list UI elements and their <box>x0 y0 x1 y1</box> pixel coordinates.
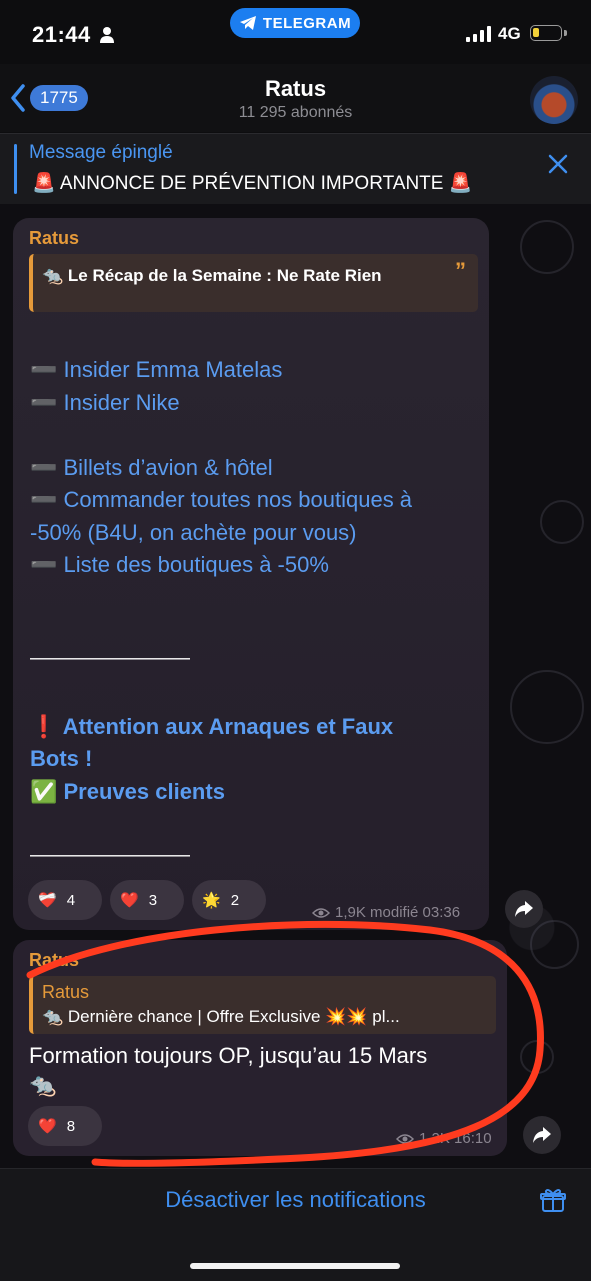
link-preuves-clients[interactable]: ✅ Preuves clients <box>30 779 225 805</box>
mute-notifications-button[interactable]: Désactiver les notifications <box>0 1187 591 1213</box>
message-meta: 1,9K modifié 03:36 <box>312 904 460 921</box>
quote-icon: ” <box>455 258 466 283</box>
home-indicator <box>190 1263 400 1269</box>
message-text-line: 🐀 <box>29 1072 57 1097</box>
telegram-pill-label: TELEGRAM <box>262 14 352 32</box>
link-arnaques-cont[interactable]: Bots ! <box>30 746 92 772</box>
network-type: 4G <box>498 24 521 43</box>
share-arrow-icon <box>533 1127 551 1143</box>
forward-button[interactable] <box>505 890 543 928</box>
clock: 21:44 <box>32 22 91 47</box>
eye-icon <box>312 907 330 918</box>
status-bar: 21:44 TELEGRAM 4G <box>0 0 591 64</box>
link-billets-avion[interactable]: ➖ Billets d’avion & hôtel <box>30 455 273 481</box>
separator-line: ———————— <box>30 647 190 669</box>
pinned-message-bar[interactable]: Message épinglé 🚨 ANNONCE DE PRÉVENTION … <box>0 133 591 204</box>
quote-text: 🐀 Dernière chance | Offre Exclusive 💥💥 p… <box>42 1007 400 1026</box>
reaction-count: 8 <box>66 1117 76 1135</box>
message-meta: 1,2K 16:10 <box>396 1130 492 1147</box>
pinned-label: Message épinglé <box>29 142 173 163</box>
separator-line: ———————— <box>30 844 190 866</box>
reaction-heart-hand[interactable]: ❤️‍🩹 4 <box>28 880 102 920</box>
message-sender: Ratus <box>29 950 80 970</box>
battery-level <box>533 28 539 37</box>
subscriber-count: 11 295 abonnés <box>238 104 353 121</box>
reaction-emoji: ❤️‍🩹 <box>38 892 57 909</box>
link-liste-boutiques[interactable]: ➖ Liste des boutiques à -50% <box>30 552 329 578</box>
link-commander-boutiques[interactable]: ➖ Commander toutes nos boutiques à <box>30 487 412 513</box>
link-commander-boutiques-cont[interactable]: -50% (B4U, on achète pour vous) <box>30 520 357 546</box>
reaction-count: 3 <box>148 891 158 909</box>
channel-title[interactable]: Ratus <box>0 76 591 102</box>
reaction-heart[interactable]: ❤️ 8 <box>28 1106 102 1146</box>
views-and-time: 1,9K modifié 03:36 <box>335 904 461 921</box>
quote-sender: Ratus <box>42 982 90 1002</box>
person-icon <box>100 27 114 43</box>
views-and-time: 1,2K 16:10 <box>419 1130 492 1147</box>
battery-tip <box>564 30 567 36</box>
eye-icon <box>396 1133 414 1144</box>
pinned-text: 🚨 ANNONCE DE PRÉVENTION IMPORTANTE 🚨 <box>32 173 473 194</box>
telegram-pill[interactable]: TELEGRAM <box>230 8 360 38</box>
link-arnaques[interactable]: ❗ Attention aux Arnaques et Faux <box>30 714 393 740</box>
message-text-line: Formation toujours OP, jusqu’au 15 Mars <box>29 1043 428 1068</box>
battery-icon <box>530 25 562 41</box>
reaction-emoji: ❤️ <box>120 892 139 909</box>
close-icon[interactable] <box>546 152 570 176</box>
link-nike[interactable]: ➖ Insider Nike <box>30 390 180 416</box>
reaction-count: 2 <box>230 891 240 909</box>
quote-text: 🐀 Le Récap de la Semaine : Ne Rate Rien <box>42 266 382 285</box>
reaction-star[interactable]: 🌟 2 <box>192 880 266 920</box>
link-emma-matelas[interactable]: ➖ Insider Emma Matelas <box>30 357 282 383</box>
gift-icon[interactable] <box>540 1187 566 1213</box>
reaction-emoji: ❤️ <box>38 1118 57 1135</box>
share-arrow-icon <box>515 901 533 917</box>
reaction-count: 4 <box>66 891 76 909</box>
pinned-accent-bar <box>14 144 17 194</box>
message-sender: Ratus <box>29 228 80 248</box>
bottom-bar: Désactiver les notifications <box>0 1168 591 1281</box>
message-text: Formation toujours OP, jusqu’au 15 Mars … <box>29 1043 427 1098</box>
signal-icon <box>466 26 491 42</box>
telegram-plane-icon <box>239 16 256 30</box>
reaction-emoji: 🌟 <box>202 892 221 909</box>
reaction-heart[interactable]: ❤️ 3 <box>110 880 184 920</box>
forward-button[interactable] <box>523 1116 561 1154</box>
chat-header: 1775 Ratus 11 295 abonnés <box>0 64 591 132</box>
channel-avatar[interactable] <box>530 76 578 124</box>
